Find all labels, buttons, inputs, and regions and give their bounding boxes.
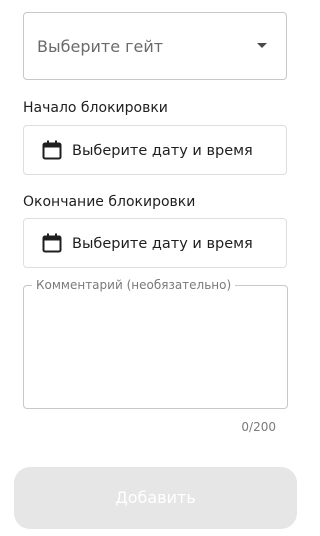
comment-textarea[interactable] bbox=[30, 298, 280, 402]
block-end-label: Окончание блокировки bbox=[23, 194, 196, 210]
comment-label: Комментарий (необязательно) bbox=[32, 277, 236, 293]
block-start-placeholder: Выберите дату и время bbox=[72, 143, 253, 159]
block-end-picker[interactable]: Выберите дату и время bbox=[23, 218, 287, 268]
add-button[interactable]: Добавить bbox=[14, 467, 297, 529]
gate-select-placeholder: Выберите гейт bbox=[37, 37, 164, 56]
block-start-picker[interactable]: Выберите дату и время bbox=[23, 125, 287, 175]
comment-field[interactable] bbox=[23, 285, 288, 409]
block-start-label: Начало блокировки bbox=[23, 100, 168, 116]
dropdown-caret-icon bbox=[257, 43, 267, 48]
calendar-icon bbox=[42, 233, 62, 253]
gate-select[interactable]: Выберите гейт bbox=[23, 12, 287, 80]
block-end-placeholder: Выберите дату и время bbox=[72, 236, 253, 252]
calendar-icon bbox=[42, 140, 62, 160]
comment-char-counter: 0/200 bbox=[241, 420, 276, 434]
